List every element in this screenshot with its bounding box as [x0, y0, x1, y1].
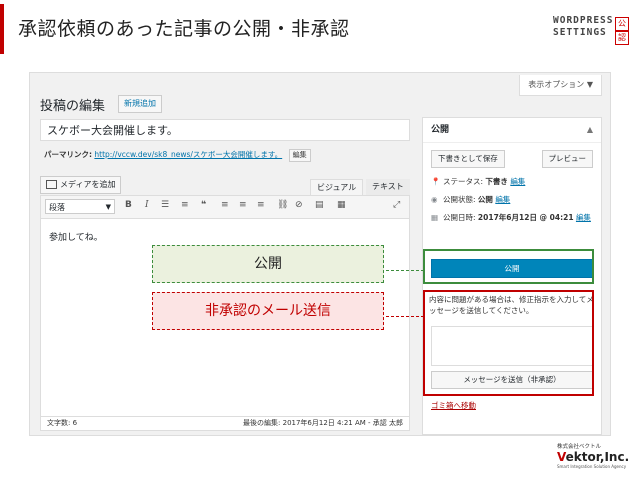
publish-callout: 公開	[152, 245, 384, 283]
status-label: ステータス:	[443, 177, 484, 186]
align-right-icon[interactable]: ≡	[257, 200, 265, 210]
schedule-row: ▦ 公開日時: 2017年6月12日 @ 04:21 編集	[431, 212, 591, 223]
fullscreen-icon[interactable]: ⤢	[393, 200, 400, 210]
vektor-logo-company: 株式会社ベクトル	[557, 444, 602, 450]
publish-metabox-title: 公開	[431, 125, 450, 135]
editor-content: 参加してね。	[49, 233, 103, 243]
read-more-icon[interactable]: ▤	[315, 200, 324, 210]
bullet-list-icon[interactable]: ☰	[161, 200, 169, 210]
move-to-trash-link[interactable]: ゴミ箱へ移動	[431, 400, 476, 411]
calendar-icon: ▦	[431, 213, 439, 222]
publish-metabox-header[interactable]: 公開 ▲	[423, 118, 601, 143]
logo-badge-2: 認	[615, 31, 629, 45]
slide-title: 承認依頼のあった記事の公開・非承認	[18, 18, 350, 40]
caret-up-icon[interactable]: ▲	[587, 118, 593, 142]
vektor-logo-name: Vektor,Inc.	[557, 450, 631, 464]
reject-callout: 非承認のメール送信	[152, 292, 384, 330]
schedule-label: 公開日時:	[443, 213, 476, 222]
last-edited: 最後の編集: 2017年6月12日 4:21 AM - 承認 太郎	[243, 419, 403, 427]
toolbar-toggle-icon[interactable]: ▦	[337, 200, 346, 210]
format-select-value: 段落	[49, 203, 65, 212]
blockquote-icon[interactable]: ❝	[201, 200, 206, 210]
numbered-list-icon[interactable]: ≡	[181, 200, 189, 210]
status-value: 下書き	[485, 177, 508, 186]
eye-icon: ◉	[431, 195, 438, 204]
post-title-input[interactable]: スケボー大会開催します。	[40, 119, 410, 141]
publish-connector-line	[386, 270, 424, 271]
visibility-row: ◉ 公開状態: 公開 編集	[431, 194, 510, 205]
word-count: 文字数: 6	[47, 419, 78, 427]
visibility-label: 公開状態:	[443, 195, 476, 204]
reject-highlight-box	[423, 290, 594, 396]
save-draft-button[interactable]: 下書きとして保存	[431, 150, 505, 168]
add-media-button[interactable]: メディアを追加	[40, 176, 122, 194]
permalink-link[interactable]: http://vccw.dev/sk8_news/スケボー大会開催します。	[94, 150, 282, 159]
pin-icon: 📍	[431, 177, 441, 186]
editor-statusbar: 文字数: 6 最後の編集: 2017年6月12日 4:21 AM - 承認 太郎	[40, 417, 410, 431]
tab-text[interactable]: テキスト	[366, 179, 410, 195]
vektor-logo: 株式会社ベクトル Vektor,Inc. Smart Integration S…	[557, 442, 631, 472]
schedule-edit-link[interactable]: 編集	[576, 213, 591, 222]
brand-logo-top: WORDPRESS SETTINGS 公 認	[553, 15, 629, 47]
align-left-icon[interactable]: ≡	[221, 200, 229, 210]
permalink-label: パーマリンク:	[44, 150, 92, 159]
media-icon	[46, 180, 57, 189]
tab-visual[interactable]: ビジュアル	[310, 179, 364, 196]
status-row: 📍 ステータス: 下書き 編集	[431, 176, 525, 187]
permalink-row: パーマリンク: http://vccw.dev/sk8_news/スケボー大会開…	[44, 149, 311, 162]
status-edit-link[interactable]: 編集	[510, 177, 525, 186]
permalink-edit-button[interactable]: 編集	[288, 149, 311, 162]
title-accent-bar	[0, 4, 4, 54]
visibility-edit-link[interactable]: 編集	[495, 195, 510, 204]
align-center-icon[interactable]: ≡	[239, 200, 247, 210]
visibility-value: 公開	[477, 195, 493, 204]
add-new-button[interactable]: 新規追加	[118, 95, 162, 113]
schedule-value: 2017年6月12日 @ 04:21	[477, 213, 574, 222]
vektor-logo-rest: ektor,Inc.	[565, 450, 630, 464]
italic-icon[interactable]: I	[145, 200, 149, 210]
preview-button[interactable]: プレビュー	[541, 150, 593, 168]
unlink-icon[interactable]: ⊘	[295, 200, 303, 210]
reject-connector-line	[386, 316, 424, 317]
screen-options-button[interactable]: 表示オプション ▼	[519, 75, 602, 96]
publish-highlight-box	[423, 249, 594, 284]
add-media-label: メディアを追加	[60, 180, 116, 189]
vektor-logo-v: V	[557, 450, 566, 464]
format-select[interactable]: 段落 ▼	[45, 199, 115, 214]
logo-badge-1: 公	[615, 17, 629, 31]
link-icon[interactable]: ⛓	[277, 200, 288, 210]
chevron-down-icon: ▼	[105, 203, 111, 211]
page-title: 投稿の編集	[40, 99, 106, 114]
vektor-logo-tagline: Smart Integration Solution Agency	[557, 464, 627, 469]
bold-icon[interactable]: B	[125, 200, 132, 210]
editor-toolbar: 段落 ▼ B I ☰ ≡ ❝ ≡ ≡ ≡ ⛓ ⊘ ▤ ▦ ⤢	[41, 196, 409, 219]
